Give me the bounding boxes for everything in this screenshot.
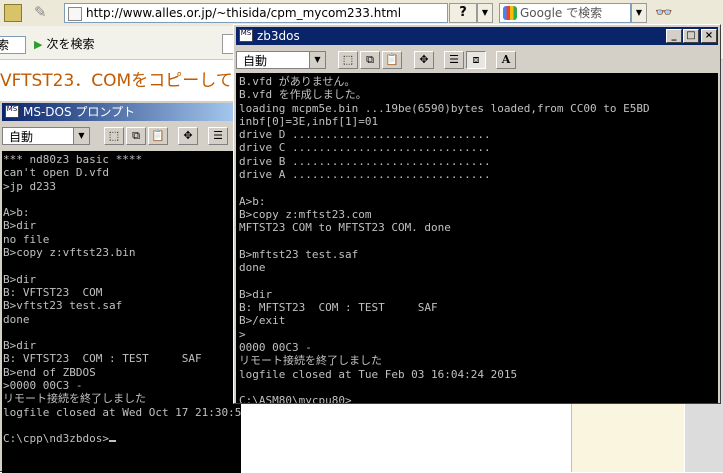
console-line: logfile closed at Tue Feb 03 16:04:24 20… — [239, 367, 518, 381]
chevron-down-icon: ▼ — [309, 52, 325, 68]
text-cursor — [108, 440, 116, 443]
console-line: drive B .............................. — [239, 154, 491, 168]
google-search-placeholder: Google で検索 — [520, 6, 603, 20]
font-button[interactable]: A — [496, 51, 516, 69]
console-line: loading mcpm5e.bin ...19be(6590)bytes lo… — [239, 101, 650, 115]
console-line: no file — [3, 232, 50, 246]
glasses-icon[interactable]: 👓 — [655, 5, 672, 21]
console-line: C:\ASM80\mycpu80> — [239, 394, 352, 403]
msdos-toolbar: 自動 ▼ ⬚ ⧉ 📋 ✥ ☰ — [2, 127, 241, 149]
zb3dos-titlebar[interactable]: MS zb3dos _ □ × — [236, 27, 718, 45]
console-line: can't open D.vfd — [3, 166, 109, 180]
zb3dos-window-icon: MS — [239, 29, 253, 42]
properties-icon[interactable]: ☰ — [208, 127, 228, 145]
console-line: B>end of ZBDOS — [3, 365, 96, 379]
console-line: B: MFTST23 COM : TEST SAF — [239, 301, 438, 315]
toolbar-folder-icon[interactable] — [4, 4, 22, 22]
console-line: B.vfd がありません。 — [239, 75, 356, 88]
console-line: >0000 00C3 - — [3, 379, 83, 393]
console-line: done — [239, 261, 266, 275]
search-dropdown-button[interactable]: ▼ — [631, 3, 647, 23]
chevron-down-icon: ▼ — [73, 128, 89, 144]
console-line: A>b: — [3, 206, 30, 220]
close-button[interactable]: × — [701, 29, 717, 43]
zb3dos-font-select[interactable]: 自動 ▼ — [236, 51, 326, 69]
msdos-font-select[interactable]: 自動 ▼ — [2, 127, 90, 145]
console-line: B>dir — [3, 219, 37, 233]
fullscreen-icon[interactable]: ✥ — [178, 127, 198, 145]
copy-icon[interactable]: ⧉ — [360, 51, 380, 69]
console-line: B: VFTST23 COM : TEST SAF — [3, 352, 202, 366]
console-line: 0000 00C3 - — [239, 340, 312, 354]
help-button[interactable]: ? — [449, 3, 477, 23]
msdos-font-select-value: 自動 — [9, 130, 34, 144]
console-line: B>dir — [239, 287, 273, 301]
console-line: B>mftst23 test.saf — [239, 247, 359, 261]
page-text: VFTST23．COMをコピーして、テ — [0, 71, 266, 91]
properties-icon[interactable]: ☰ — [444, 51, 464, 69]
console-line: > — [239, 327, 246, 341]
console-line: drive C .............................. — [239, 141, 491, 155]
console-line: drive D .............................. — [239, 128, 491, 142]
console-line: リモート接続を終了しました — [3, 392, 146, 406]
console-line: C:\cpp\nd3zbdos> — [3, 432, 241, 445]
console-line: >jp d233 — [3, 179, 56, 193]
console-line: inbf[0]=3E,inbf[1]=01 — [239, 114, 379, 128]
fullscreen-icon[interactable]: ✥ — [414, 51, 434, 69]
find-next-label: 次を検索 — [46, 37, 95, 51]
google-icon — [503, 6, 517, 20]
zb3dos-font-select-value: 自動 — [243, 54, 268, 68]
help-dropdown-button[interactable]: ▼ — [477, 3, 493, 23]
console-line: B>/exit — [239, 314, 286, 328]
find-next-button[interactable]: ▶ 次を検索 — [34, 36, 94, 53]
console-line: B.vfd を作成しました。 — [239, 88, 367, 102]
console-line: A>b: — [239, 194, 266, 208]
msdos-title-text: MS-DOS プロンプト — [23, 105, 136, 119]
msdos-window-icon: MS — [5, 105, 19, 118]
find-input[interactable]: 索 — [0, 36, 26, 54]
url-text: http://www.alles.or.jp/~thisida/cpm_myco… — [86, 6, 402, 20]
page-icon — [68, 7, 82, 21]
console-line: B>vftst23 test.saf — [3, 299, 123, 313]
copy-icon[interactable]: ⧉ — [126, 127, 146, 145]
console-line: B: VFTST23 COM — [3, 285, 103, 299]
console-line: B>copy z:mftst23.com — [239, 207, 372, 221]
paste-icon[interactable]: 📋 — [148, 127, 168, 145]
mark-icon[interactable]: ⬚ — [104, 127, 124, 145]
zb3dos-title-text: zb3dos — [257, 29, 300, 43]
console-line: リモート接続を終了しました — [239, 354, 382, 368]
msdos-console[interactable]: *** nd80z3 basic **** can't open D.vfd >jp… — [2, 151, 241, 473]
msdos-titlebar[interactable]: MS MS-DOS プロンプト — [2, 103, 238, 121]
maximize-button[interactable]: □ — [683, 29, 699, 43]
pen-icon[interactable]: ✎ — [34, 4, 50, 20]
console-line: B>copy z:vftst23.bin — [3, 246, 136, 260]
play-arrow-icon: ▶ — [34, 38, 43, 51]
console-line: B>dir — [3, 339, 37, 353]
console-line: *** nd80z3 basic **** — [3, 153, 143, 166]
console-line: logfile closed at Wed Oct 17 21:30:56 20… — [3, 405, 241, 419]
zb3dos-window: MS zb3dos _ □ × 自動 ▼ ⬚ ⧉ 📋 ✥ ☰ ⧈ A B.vfd … — [233, 24, 721, 404]
mark-icon[interactable]: ⬚ — [338, 51, 358, 69]
google-search-input[interactable]: Google で検索 — [499, 3, 631, 23]
paste-icon[interactable]: 📋 — [382, 51, 402, 69]
address-bar[interactable]: http://www.alles.or.jp/~thisida/cpm_myco… — [64, 3, 448, 23]
zb3dos-console[interactable]: B.vfd がありません。 B.vfd を作成しました。 loading mcpm5… — [236, 73, 718, 403]
zb3dos-toolbar: 自動 ▼ ⬚ ⧉ 📋 ✥ ☰ ⧈ A — [236, 51, 716, 73]
console-line: done — [3, 312, 30, 326]
minimize-button[interactable]: _ — [666, 29, 682, 43]
console-line: MFTST23 COM to MFTST23 COM. done — [239, 221, 451, 235]
console-line: B>dir — [3, 272, 37, 286]
background-icon[interactable]: ⧈ — [466, 51, 486, 69]
console-line: drive A .............................. — [239, 168, 491, 182]
msdos-prompt-window: MS MS-DOS プロンプト 自動 ▼ ⬚ ⧉ 📋 ✥ ☰ *** nd80z3… — [0, 100, 241, 473]
